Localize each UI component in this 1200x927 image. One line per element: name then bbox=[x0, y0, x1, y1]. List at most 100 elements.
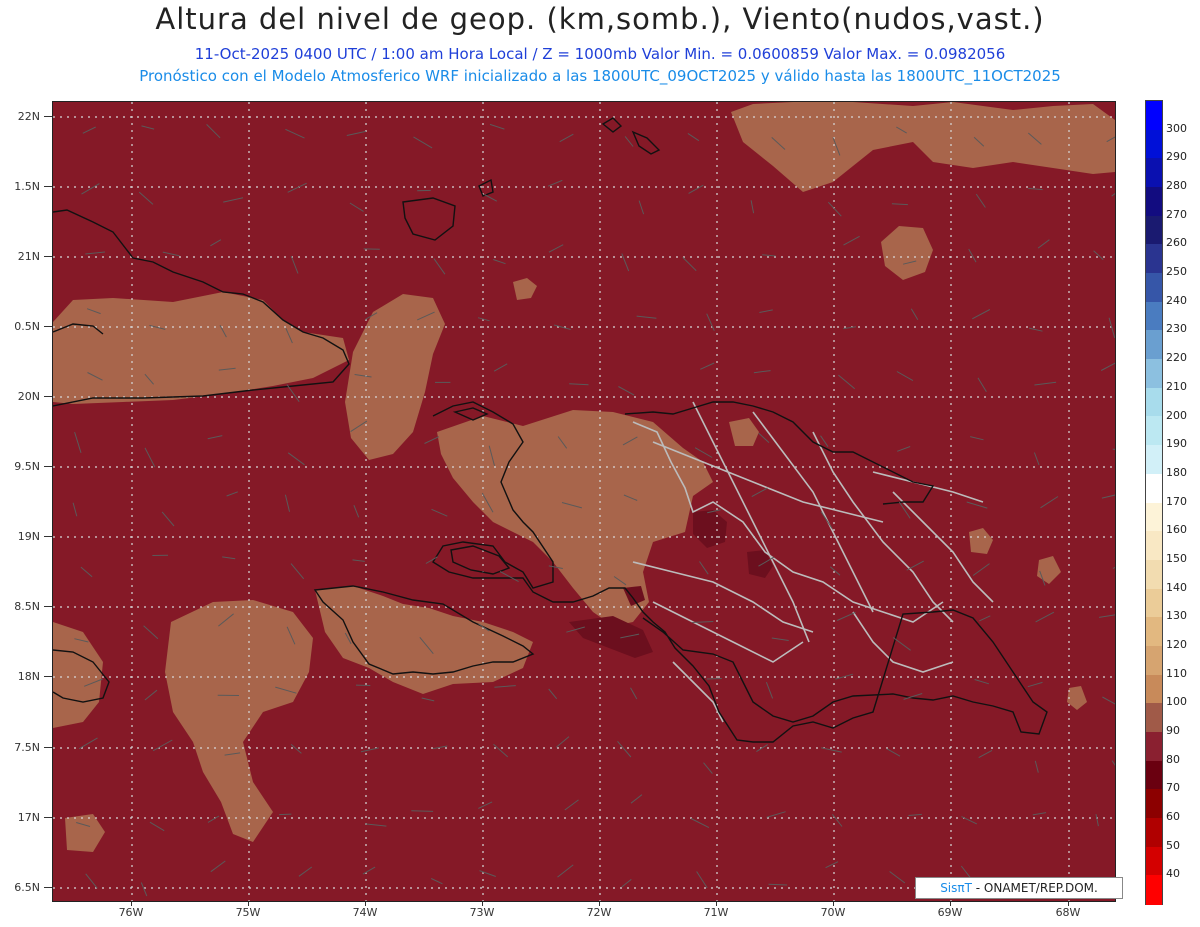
color-scale-cell bbox=[1146, 301, 1162, 332]
map-subtitle-time: 11-Oct-2025 0400 UTC / 1:00 am Hora Loca… bbox=[194, 45, 1006, 63]
color-scale-label: 280 bbox=[1166, 179, 1187, 192]
color-scale-label: 90 bbox=[1166, 723, 1180, 737]
lon-label: 75W bbox=[235, 906, 261, 919]
color-scale-label: 200 bbox=[1166, 408, 1187, 422]
color-scale-cell bbox=[1146, 101, 1162, 131]
color-scale-bar bbox=[1145, 100, 1163, 905]
wind-barb bbox=[411, 810, 434, 812]
color-scale-label: 250 bbox=[1166, 265, 1187, 279]
color-scale-cell bbox=[1146, 789, 1162, 819]
map-panel bbox=[52, 101, 1116, 902]
color-scale-label: 140 bbox=[1166, 580, 1187, 594]
wind-barb bbox=[706, 678, 722, 680]
color-scale-label: 190 bbox=[1166, 437, 1187, 451]
color-scale-label: 220 bbox=[1166, 351, 1187, 365]
color-scale-label: 70 bbox=[1166, 781, 1180, 795]
lat-label: 7.5N bbox=[14, 741, 40, 754]
lon-label: 73W bbox=[469, 906, 495, 919]
credit-box: SisπT - ONAMET/REP.DOM. bbox=[915, 877, 1123, 899]
color-scale-cell bbox=[1146, 215, 1162, 245]
color-scale-cell bbox=[1146, 387, 1162, 418]
color-scale-label: 240 bbox=[1166, 293, 1187, 307]
lat-label: 8.5N bbox=[14, 600, 40, 613]
color-scale-cell bbox=[1146, 502, 1162, 532]
color-scale-label: 110 bbox=[1166, 666, 1187, 680]
color-scale-cell bbox=[1146, 674, 1162, 704]
lon-label: 69W bbox=[937, 906, 963, 919]
lat-label: 9.5N bbox=[14, 460, 40, 473]
color-scale-label: 40 bbox=[1166, 867, 1180, 881]
color-scale-label: 180 bbox=[1166, 465, 1187, 479]
color-scale-cell bbox=[1146, 617, 1162, 647]
color-scale-label: 60 bbox=[1166, 810, 1180, 823]
color-scale-cell bbox=[1146, 559, 1162, 590]
color-scale-label: 50 bbox=[1166, 838, 1180, 852]
lat-tick bbox=[44, 747, 52, 748]
color-scale-label: 260 bbox=[1166, 236, 1187, 250]
lon-label: 76W bbox=[118, 906, 144, 919]
lat-tick bbox=[44, 186, 52, 187]
lat-label: 19N bbox=[17, 530, 40, 543]
color-scale-cell bbox=[1146, 129, 1162, 159]
lat-tick bbox=[44, 396, 52, 397]
color-scale-label: 270 bbox=[1166, 207, 1187, 221]
wind-barb bbox=[279, 813, 292, 816]
lon-label: 71W bbox=[703, 906, 729, 919]
color-scale-cell bbox=[1146, 875, 1162, 905]
color-scale-cell bbox=[1146, 273, 1162, 303]
color-scale-cell bbox=[1146, 703, 1162, 733]
color-scale-cell bbox=[1146, 846, 1162, 876]
color-scale-label: 130 bbox=[1166, 609, 1187, 623]
color-scale-cell bbox=[1146, 445, 1162, 475]
lat-tick bbox=[44, 817, 52, 818]
color-scale-label: 210 bbox=[1166, 379, 1187, 393]
lat-label: 6.5N bbox=[14, 881, 40, 894]
lon-label: 68W bbox=[1055, 906, 1081, 919]
color-scale-label: 150 bbox=[1166, 551, 1187, 565]
color-scale-cell bbox=[1146, 760, 1162, 790]
color-scale-cell bbox=[1146, 731, 1162, 762]
color-scale-cell bbox=[1146, 817, 1162, 848]
lat-tick bbox=[44, 887, 52, 888]
color-scale-label: 300 bbox=[1166, 121, 1187, 135]
lon-label: 70W bbox=[820, 906, 846, 919]
lat-tick bbox=[44, 116, 52, 117]
color-scale-cell bbox=[1146, 187, 1162, 217]
lat-label: 18N bbox=[17, 670, 40, 683]
color-scale-label: 230 bbox=[1166, 322, 1187, 336]
lat-label: 21N bbox=[17, 250, 40, 263]
lat-label: 22N bbox=[17, 110, 40, 123]
color-scale-label: 290 bbox=[1166, 150, 1187, 164]
credit-text: - ONAMET/REP.DOM. bbox=[971, 881, 1098, 895]
lat-label: 0.5N bbox=[14, 320, 40, 333]
lon-label: 72W bbox=[586, 906, 612, 919]
color-scale-cell bbox=[1146, 645, 1162, 676]
color-scale-cell bbox=[1146, 330, 1162, 360]
map-canvas bbox=[53, 102, 1115, 901]
color-scale-cell bbox=[1146, 359, 1162, 389]
lat-label: 1.5N bbox=[14, 180, 40, 193]
color-scale-cell bbox=[1146, 473, 1162, 504]
lat-tick bbox=[44, 536, 52, 537]
lat-tick bbox=[44, 466, 52, 467]
color-scale-label: 120 bbox=[1166, 637, 1187, 651]
lat-tick bbox=[44, 256, 52, 257]
lat-tick bbox=[44, 326, 52, 327]
color-scale-cell bbox=[1146, 416, 1162, 446]
lat-tick bbox=[44, 606, 52, 607]
lat-label: 17N bbox=[17, 811, 40, 824]
color-scale-cell bbox=[1146, 244, 1162, 274]
color-scale-label: 100 bbox=[1166, 695, 1187, 709]
lat-tick bbox=[44, 676, 52, 677]
color-scale-label: 160 bbox=[1166, 523, 1187, 537]
lat-label: 20N bbox=[17, 390, 40, 403]
lon-label: 74W bbox=[352, 906, 378, 919]
map-title: Altura del nivel de geop. (km,somb.), Vi… bbox=[155, 2, 1045, 36]
color-scale-cell bbox=[1146, 531, 1162, 561]
credit-brand: SisπT bbox=[940, 881, 972, 895]
color-scale-label: 80 bbox=[1166, 752, 1180, 766]
color-scale-cell bbox=[1146, 588, 1162, 618]
map-subtitle-model: Pronóstico con el Modelo Atmosferico WRF… bbox=[139, 67, 1061, 85]
color-scale-cell bbox=[1146, 158, 1162, 188]
color-scale-label: 170 bbox=[1166, 494, 1187, 508]
